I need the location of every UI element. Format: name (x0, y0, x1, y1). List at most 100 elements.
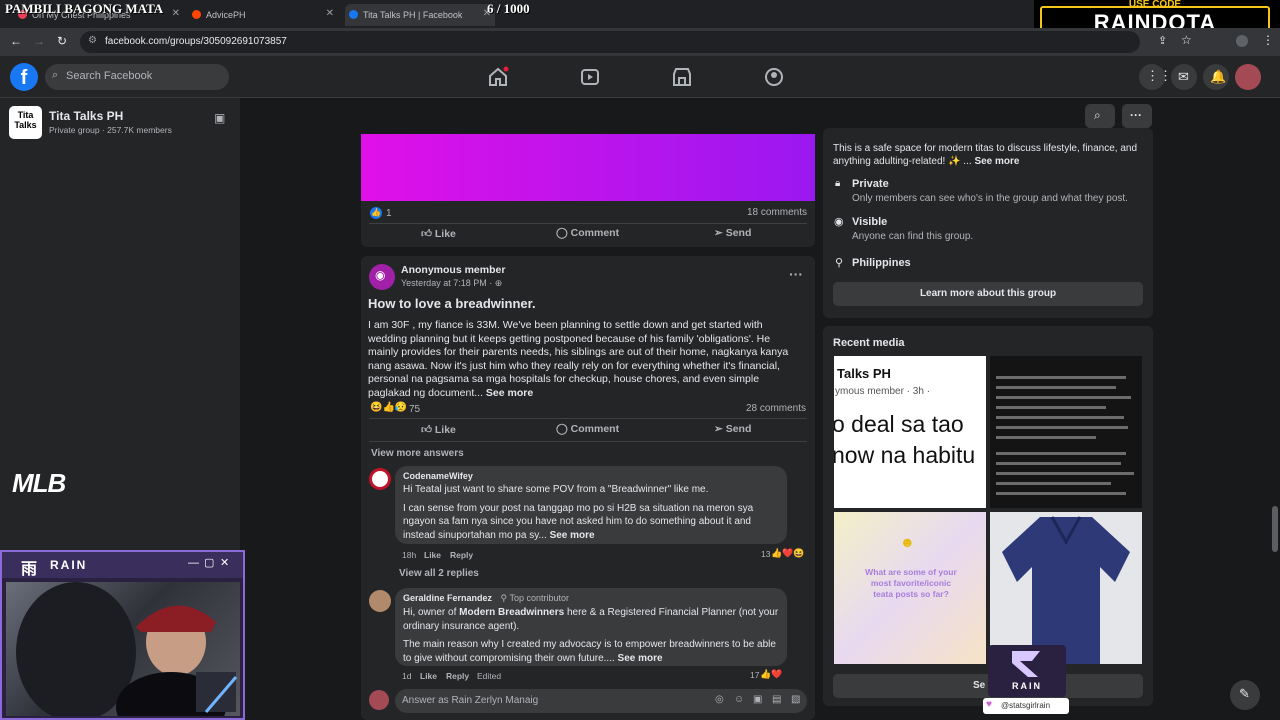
comment-like-button[interactable]: Like (424, 550, 441, 560)
avatar-sticker-icon[interactable]: ◎ (715, 694, 724, 705)
stream-overlay-title: PAMBILI BAGONG MATA (5, 1, 164, 16)
back-icon[interactable]: ← (10, 34, 22, 48)
comment-time[interactable]: 1d (402, 671, 411, 681)
gif-icon[interactable]: ▤ (772, 694, 781, 705)
see-more-link[interactable]: See more (974, 156, 1019, 167)
view-more-answers-link[interactable]: View more answers (371, 448, 464, 459)
divider (369, 441, 807, 442)
comment-reply-button[interactable]: Reply (446, 671, 469, 681)
group-icon[interactable]: Tita Talks (9, 106, 42, 139)
search-input[interactable]: ⌕ Search Facebook (45, 64, 229, 90)
commenter-avatar[interactable] (369, 590, 391, 612)
site-info-icon[interactable]: ⚙ (88, 35, 97, 46)
divider (369, 418, 807, 419)
notifications-bell-icon[interactable]: 🔔 (1203, 64, 1229, 90)
send-button[interactable]: ➢ Send (714, 423, 751, 435)
visibility-title: Visible (852, 216, 888, 228)
see-more-link[interactable]: See more (618, 653, 663, 664)
search-placeholder: Search Facebook (66, 70, 153, 82)
post-image[interactable] (361, 134, 815, 201)
media-tile[interactable] (990, 512, 1142, 664)
group-search-button[interactable]: ⌕ (1085, 104, 1115, 128)
comment-bubble: Geraldine Fernandez ⚲ Top contributor Hi… (395, 588, 787, 666)
page-scrollbar[interactable] (1272, 506, 1278, 552)
more-icon: ··· (1130, 108, 1142, 122)
comment-reaction-count[interactable]: 17 (750, 670, 759, 680)
tab-tita-talks[interactable]: Tita Talks PH | Facebook ✕ (345, 4, 495, 26)
close-tab-icon[interactable]: ✕ (326, 8, 334, 19)
maximize-icon[interactable]: ▢ (204, 556, 214, 569)
menu-grid-icon[interactable]: ⋮⋮ (1139, 64, 1172, 90)
post-options-icon[interactable]: ··· (789, 266, 803, 282)
group-about-panel: This is a safe space for modern titas to… (823, 128, 1153, 318)
facebook-logo-icon[interactable]: f (10, 63, 38, 91)
comment-time[interactable]: 18h (402, 550, 416, 560)
share-icon[interactable]: ⇪ (1158, 34, 1167, 47)
account-avatar[interactable] (1235, 64, 1261, 90)
marketplace-icon[interactable] (671, 66, 693, 88)
browser-menu-icon[interactable]: ⋮ (1262, 33, 1274, 47)
sidebar-collapse-icon[interactable]: ▣ (214, 111, 225, 125)
like-button[interactable]: 👍︎ Like (421, 227, 456, 240)
profile-icon[interactable] (1236, 35, 1248, 47)
video-icon[interactable] (579, 66, 601, 88)
minimize-icon[interactable]: — (188, 557, 199, 569)
post-author[interactable]: Anonymous member (401, 264, 505, 276)
answer-input[interactable]: Answer as Rain Zerlyn Manaig ◎ ☺ ▣ ▤ ▧ (395, 689, 807, 713)
send-label: Send (725, 423, 752, 435)
reaction-count[interactable]: 75 (409, 404, 420, 415)
bookmark-star-icon[interactable]: ☆ (1181, 33, 1192, 47)
anonymous-avatar[interactable]: ◉ (369, 264, 395, 290)
see-more-link[interactable]: See more (550, 530, 595, 541)
webcam-glyph: 雨 (21, 561, 38, 578)
group-name[interactable]: Tita Talks PH (49, 109, 123, 123)
group-more-button[interactable]: ··· (1122, 104, 1152, 128)
close-tab-icon[interactable]: ✕ (172, 8, 180, 19)
stream-overlay-counter: 6 / 1000 (487, 1, 530, 16)
url-input[interactable]: ⚙ facebook.com/groups/305092691073857 (80, 31, 1140, 53)
tab-advice-ph[interactable]: AdvicePH ✕ (188, 4, 338, 26)
post-card: ◉ Anonymous member Yesterday at 7:18 PM … (361, 256, 815, 720)
rain-watermark: RAIN ♥ @statsgirlrain (983, 645, 1069, 715)
emoji-icon[interactable]: ☺ (734, 694, 744, 705)
forward-icon[interactable]: → (33, 34, 45, 48)
handle-tag: ♥ @statsgirlrain (983, 698, 1069, 714)
post-time[interactable]: Yesterday at 7:18 PM · ⊕ (401, 278, 502, 289)
comment-author[interactable]: Geraldine Fernandez (403, 593, 492, 603)
comment-count[interactable]: 18 comments (747, 207, 807, 218)
home-icon[interactable] (487, 66, 509, 88)
page-link[interactable]: Modern Breadwinners (459, 607, 564, 618)
comment-button[interactable]: ◯ Comment (556, 423, 619, 435)
commenter-avatar[interactable] (369, 468, 391, 490)
comment-edited-label: Edited (477, 671, 502, 681)
comment-author[interactable]: CodenameWifey (403, 471, 779, 481)
comment-like-button[interactable]: Like (420, 671, 437, 681)
reaction-count[interactable]: 1 (386, 208, 392, 219)
see-more-link[interactable]: See more (486, 387, 533, 399)
reload-icon[interactable]: ↻ (57, 34, 67, 48)
groups-icon[interactable] (763, 66, 785, 88)
learn-more-button[interactable]: Learn more about this group (833, 282, 1143, 306)
messenger-icon[interactable]: ✉ (1171, 64, 1197, 90)
tab-favicon-icon (192, 10, 201, 19)
media-tile[interactable]: ☻ What are some of your most favorite/ic… (834, 512, 986, 664)
like-label: Like (434, 228, 456, 240)
compose-button[interactable]: ✎ (1230, 680, 1260, 710)
comment-bubble: CodenameWifey Hi Teatal just want to sha… (395, 466, 787, 544)
camera-icon[interactable]: ▣ (753, 694, 762, 705)
media-tile[interactable]: Talks PH ymous member · 3h · o deal sa t… (834, 356, 986, 508)
comment-button[interactable]: ◯ Comment (556, 227, 619, 239)
like-button[interactable]: 👍︎ Like (421, 423, 456, 436)
post-body: I am 30F , my fiance is 33M. We've been … (368, 319, 789, 399)
view-replies-link[interactable]: View all 2 replies (399, 568, 479, 579)
sticker-icon[interactable]: ▧ (791, 694, 800, 705)
comment-icon: ◯ (556, 227, 571, 239)
comment-count[interactable]: 28 comments (746, 403, 806, 414)
comment-reply-button[interactable]: Reply (450, 550, 473, 560)
comment-reaction-count[interactable]: 13 (761, 549, 770, 559)
comment-text: The main reason why I created my advocac… (403, 639, 776, 664)
media-tile[interactable] (990, 356, 1142, 508)
close-icon[interactable]: ✕ (220, 556, 229, 569)
comment-reaction-icons: 👍❤️ (760, 669, 783, 679)
send-button[interactable]: ➢ Send (714, 227, 751, 239)
